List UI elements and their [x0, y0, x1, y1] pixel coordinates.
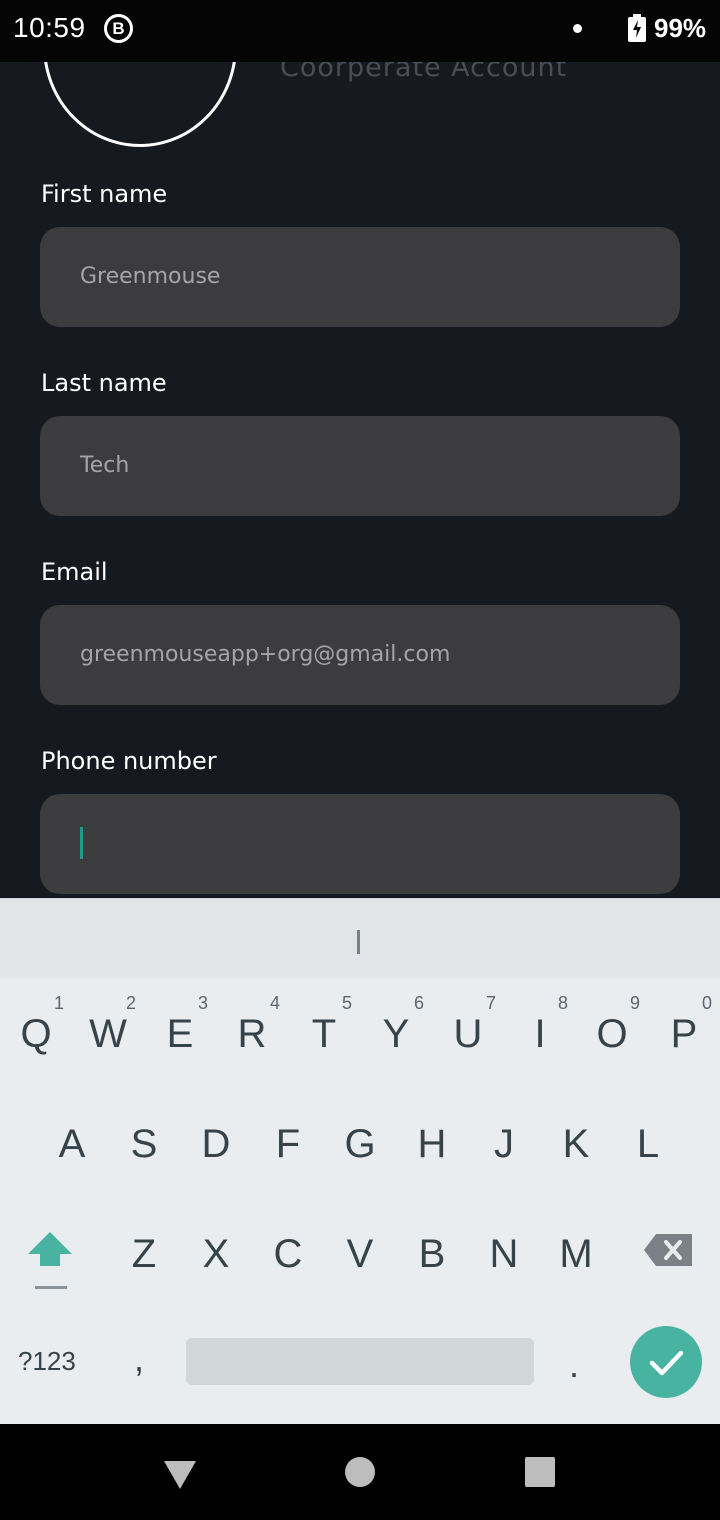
- key-w[interactable]: 2W: [72, 978, 144, 1088]
- notification-dot-icon: [573, 24, 582, 33]
- home-circle-icon[interactable]: [345, 1457, 375, 1487]
- status-time: 10:59: [13, 12, 86, 43]
- phone-number-label: Phone number: [41, 747, 217, 775]
- key-m[interactable]: M: [540, 1198, 612, 1308]
- key-g[interactable]: G: [324, 1088, 396, 1198]
- key-p[interactable]: 0P: [648, 978, 720, 1088]
- key-c[interactable]: C: [252, 1198, 324, 1308]
- suggestion-strip[interactable]: [0, 898, 720, 978]
- key-t[interactable]: 5T: [288, 978, 360, 1088]
- phone-number-field[interactable]: [40, 794, 680, 894]
- checkmark-icon: [649, 1350, 684, 1376]
- text-cursor: [80, 827, 83, 859]
- last-name-label: Last name: [41, 369, 167, 397]
- soft-keyboard: 1Q 2W 3E 4R 5T 6Y 7U 8I 9O 0P A S D F G …: [0, 898, 720, 1424]
- key-i[interactable]: 8I: [504, 978, 576, 1088]
- edit-profile-screen: Coorperate Account First name Greenmouse…: [0, 62, 720, 898]
- done-key[interactable]: [630, 1326, 702, 1398]
- shift-indicator: [35, 1286, 67, 1289]
- key-s[interactable]: S: [108, 1088, 180, 1198]
- first-name-field[interactable]: Greenmouse: [40, 227, 680, 327]
- key-x[interactable]: X: [180, 1198, 252, 1308]
- notification-b-icon: B: [104, 14, 133, 43]
- backspace-icon[interactable]: [642, 1232, 694, 1268]
- battery-percent: 99%: [654, 13, 707, 43]
- navigation-bar: [0, 1424, 720, 1520]
- email-field[interactable]: greenmouseapp+org@gmail.com: [40, 605, 680, 705]
- key-e[interactable]: 3E: [144, 978, 216, 1088]
- recents-square-icon[interactable]: [525, 1457, 555, 1487]
- email-value: greenmouseapp+org@gmail.com: [80, 642, 451, 667]
- key-r[interactable]: 4R: [216, 978, 288, 1088]
- key-v[interactable]: V: [324, 1198, 396, 1308]
- key-f[interactable]: F: [252, 1088, 324, 1198]
- key-d[interactable]: D: [180, 1088, 252, 1198]
- key-u[interactable]: 7U: [432, 978, 504, 1088]
- key-j[interactable]: J: [468, 1088, 540, 1198]
- comma-key[interactable]: ,: [134, 1338, 144, 1380]
- first-name-value: Greenmouse: [80, 264, 221, 289]
- key-y[interactable]: 6Y: [360, 978, 432, 1088]
- first-name-label: First name: [41, 180, 168, 208]
- last-name-value: Tech: [80, 453, 130, 478]
- suggestion-divider: [357, 930, 360, 954]
- key-q[interactable]: 1Q: [0, 978, 72, 1088]
- key-o[interactable]: 9O: [576, 978, 648, 1088]
- account-type-label: Coorperate Account: [280, 62, 568, 83]
- symbols-key[interactable]: ?123: [18, 1346, 76, 1377]
- avatar[interactable]: [43, 62, 237, 147]
- key-n[interactable]: N: [468, 1198, 540, 1308]
- back-triangle-icon[interactable]: [163, 1460, 197, 1490]
- key-h[interactable]: H: [396, 1088, 468, 1198]
- status-bar: 10:59 B 99%: [0, 0, 720, 62]
- email-label: Email: [41, 558, 108, 586]
- key-k[interactable]: K: [540, 1088, 612, 1198]
- key-b[interactable]: B: [396, 1198, 468, 1308]
- key-z[interactable]: Z: [108, 1198, 180, 1308]
- last-name-field[interactable]: Tech: [40, 416, 680, 516]
- space-key[interactable]: [186, 1338, 534, 1385]
- key-l[interactable]: L: [612, 1088, 684, 1198]
- period-key[interactable]: .: [569, 1344, 579, 1386]
- battery-charging-icon: [628, 14, 646, 42]
- shift-key-icon[interactable]: [14, 1222, 86, 1302]
- key-a[interactable]: A: [36, 1088, 108, 1198]
